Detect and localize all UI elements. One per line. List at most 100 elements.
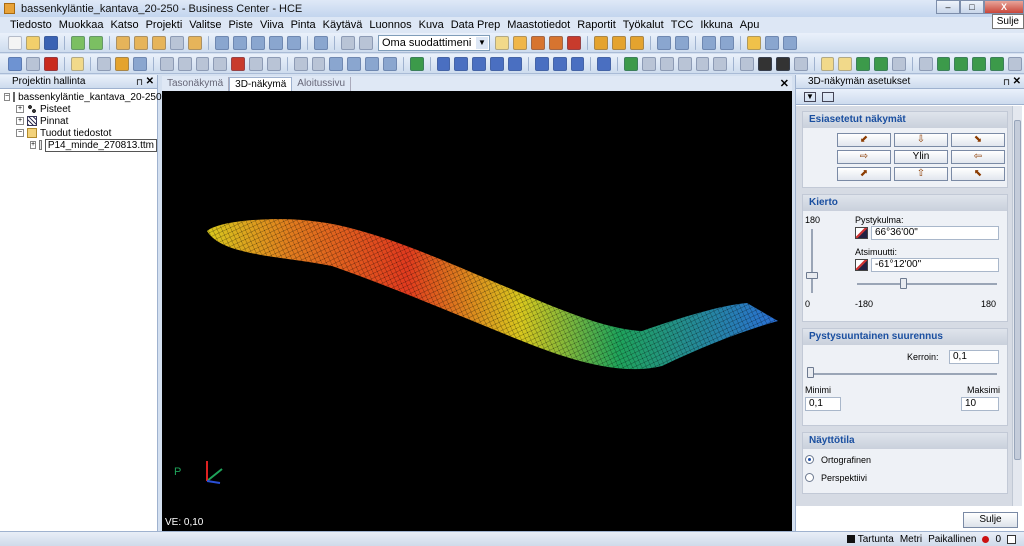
zoom-in-icon[interactable] (134, 35, 148, 50)
export-machine-icon[interactable] (713, 56, 728, 71)
error-status[interactable] (982, 535, 990, 543)
collapse-icon[interactable]: − (4, 93, 11, 101)
report-icon[interactable] (702, 35, 716, 50)
maximize-button[interactable]: □ (960, 0, 984, 14)
collapse-all-icon[interactable]: ▼ (804, 91, 816, 102)
refresh-icon[interactable] (314, 35, 328, 50)
breakline-icon[interactable] (382, 56, 397, 71)
panel-layout-icon[interactable] (822, 91, 834, 102)
3d-view-icon[interactable] (233, 35, 247, 50)
redo-icon[interactable] (25, 56, 40, 71)
coordinate-system-icon[interactable] (954, 56, 969, 71)
selection-filter-icon[interactable] (513, 35, 527, 50)
exaggeration-slider-thumb[interactable] (807, 367, 814, 378)
minimum-field[interactable]: 0,1 (805, 397, 841, 411)
stakeout-icon[interactable] (624, 56, 639, 71)
sheet-view-icon[interactable] (287, 35, 301, 50)
export-icon[interactable] (89, 35, 103, 50)
wand-icon[interactable] (747, 35, 761, 50)
volume-icon[interactable] (365, 56, 379, 71)
site-calibration-icon[interactable] (972, 56, 987, 71)
layers-icon[interactable] (359, 35, 373, 50)
join-icon[interactable] (266, 56, 281, 71)
vertical-angle-slider-thumb[interactable] (806, 272, 818, 280)
point-edit-icon[interactable] (115, 56, 130, 71)
menu-luonnos[interactable]: Luonnos (369, 19, 411, 31)
tree-surfaces[interactable]: + Pinnat (4, 115, 157, 127)
alignment-icon[interactable] (454, 56, 469, 71)
measure-icon[interactable] (594, 35, 608, 50)
3d-viewport[interactable]: P VE: 0,10 (162, 91, 792, 531)
options-icon[interactable] (783, 35, 797, 50)
menu-projekti[interactable]: Projekti (146, 19, 183, 31)
geoid-icon[interactable] (990, 56, 1004, 71)
pin-icon[interactable]: ⊓ (136, 75, 143, 89)
polyline-icon[interactable] (177, 56, 192, 71)
expand-icon[interactable]: + (16, 105, 24, 113)
menu-tiedosto[interactable]: Tiedosto (10, 19, 52, 31)
view-southeast-button[interactable]: ⬊ (951, 133, 1005, 147)
inspect-icon[interactable] (597, 56, 612, 71)
expand-icon[interactable]: + (16, 117, 24, 125)
menu-tcc[interactable]: TCC (671, 19, 694, 31)
zoom-extents-icon[interactable] (170, 35, 184, 50)
view-northeast-button[interactable]: ⬉ (951, 167, 1005, 181)
view-south-button[interactable]: ⇩ (894, 133, 948, 147)
coordinate-status[interactable]: Paikallinen (928, 534, 976, 545)
expand-icon[interactable]: + (30, 141, 37, 149)
flag-report-icon[interactable] (820, 56, 835, 71)
link-icon[interactable] (918, 56, 933, 71)
arc-icon[interactable] (195, 56, 210, 71)
vertical-alignment-icon[interactable] (472, 56, 487, 71)
sheet-icon[interactable] (740, 56, 755, 71)
trim-icon[interactable] (231, 56, 246, 71)
factor-field[interactable]: 0,1 (949, 350, 999, 364)
new-file-icon[interactable] (8, 35, 22, 50)
menu-katso[interactable]: Katso (110, 19, 138, 31)
vertical-angle-field[interactable]: 66°36'00" (871, 226, 999, 240)
minimize-button[interactable]: – (936, 0, 960, 14)
gnss-icon[interactable] (856, 56, 871, 71)
pin-icon[interactable]: ⊓ (1003, 75, 1010, 89)
edit-icon[interactable] (675, 35, 689, 50)
menu-ikkuna[interactable]: Ikkuna (700, 19, 732, 31)
tools-icon[interactable] (765, 35, 779, 50)
globe-icon[interactable] (936, 56, 951, 71)
tab-3d-view[interactable]: 3D-näkymä (229, 77, 293, 91)
menu-raportit[interactable]: Raportit (577, 19, 616, 31)
section-icon[interactable] (508, 56, 522, 71)
tab-start-page[interactable]: Aloitussivu (292, 77, 352, 91)
close-icon[interactable]: ✕ (1013, 75, 1021, 89)
report-settings-icon[interactable] (720, 35, 734, 50)
contour-icon[interactable] (347, 56, 362, 71)
azimuth-field[interactable]: -61°12'00" (871, 258, 999, 272)
property-icon[interactable] (657, 35, 671, 50)
layout-status-icon[interactable] (1007, 534, 1016, 544)
offset-icon[interactable] (213, 56, 228, 71)
azimuth-slider-thumb[interactable] (900, 278, 908, 289)
menu-piste[interactable]: Piste (228, 19, 252, 31)
view-north-button[interactable]: ⇧ (894, 167, 948, 181)
control-icon[interactable] (775, 56, 790, 71)
filter-icon[interactable] (495, 35, 509, 50)
recompute-icon[interactable] (552, 56, 567, 71)
perspective-radio[interactable] (805, 473, 814, 482)
collapse-icon[interactable]: − (16, 129, 24, 137)
undo-icon[interactable] (8, 56, 22, 71)
snap-settings-icon[interactable] (549, 35, 563, 50)
design-icon[interactable] (695, 56, 710, 71)
tab-plan-view[interactable]: Tasonäkymä (162, 77, 230, 91)
close-icon[interactable]: ✕ (146, 75, 154, 89)
profile-view-icon[interactable] (251, 35, 265, 50)
tree-file[interactable]: + P14_minde_270813.ttm (4, 138, 157, 152)
line-icon[interactable] (159, 56, 174, 71)
menu-viiva[interactable]: Viiva (260, 19, 284, 31)
angle-icon[interactable] (612, 35, 626, 50)
menu-maastotiedot[interactable]: Maastotiedot (507, 19, 570, 31)
maximum-field[interactable]: 10 (961, 397, 999, 411)
tree-icon[interactable] (409, 56, 424, 71)
analysis-icon[interactable] (570, 56, 585, 71)
menu-pinta[interactable]: Pinta (291, 19, 316, 31)
extend-icon[interactable] (249, 56, 263, 71)
select-icon[interactable] (116, 35, 130, 50)
